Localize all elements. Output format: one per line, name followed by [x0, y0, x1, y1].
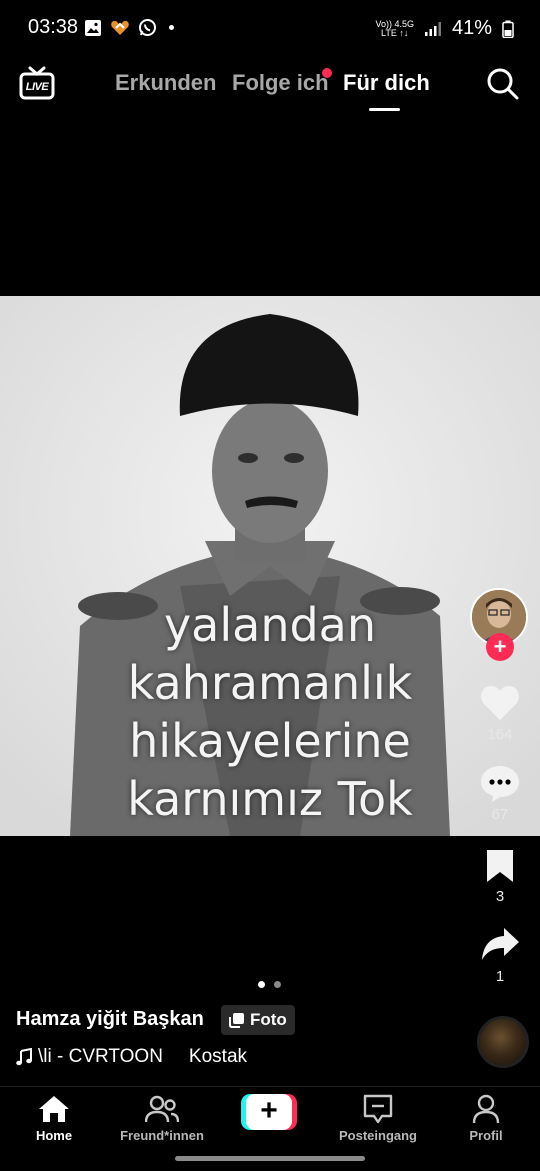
nav-home[interactable]: Home	[0, 1094, 108, 1143]
share-button[interactable]: 1	[470, 924, 530, 985]
create-button[interactable]: +	[241, 1094, 297, 1130]
caption-line: yalandan	[163, 598, 377, 652]
music-info[interactable]: \li - CVRTOON Kostak	[16, 1046, 247, 1068]
gallery-icon	[85, 19, 101, 36]
bookmark-count: 3	[495, 888, 505, 905]
status-bar: 03:38 Vo)) 4.5G LTE ↑↓ 41%	[0, 0, 540, 58]
nav-profile[interactable]: Profil	[432, 1094, 540, 1143]
tab-fur-dich[interactable]: Für dich	[343, 70, 430, 96]
photo-caption: yalandan kahramanlık hikayelerine karnım…	[0, 596, 540, 828]
network-indicator: Vo)) 4.5G LTE ↑↓	[375, 19, 414, 38]
active-tab-indicator	[369, 108, 400, 111]
bookmark-button[interactable]: 3	[470, 848, 530, 905]
nav-friends-label: Freund*innen	[120, 1128, 204, 1143]
caption-line: karnımız Tok	[127, 772, 413, 826]
slide-dot[interactable]	[274, 981, 281, 988]
heart-app-icon	[111, 20, 129, 35]
heart-icon	[481, 686, 519, 720]
comment-count: 67	[491, 806, 509, 823]
photo-badge: Foto	[221, 1005, 295, 1035]
like-count: 164	[487, 726, 513, 743]
tab-folge-ich[interactable]: Folge ich	[232, 70, 329, 96]
comment-button[interactable]: 67	[470, 764, 530, 823]
caption-line: hikayelerine	[129, 714, 411, 768]
whatsapp-icon	[139, 19, 156, 36]
music-artist: Kostak	[188, 1046, 248, 1067]
share-arrow-icon	[482, 928, 519, 960]
following-notification-dot	[322, 68, 332, 78]
search-button[interactable]	[486, 67, 520, 101]
signal-icon	[424, 21, 441, 36]
live-label: LIVE	[25, 81, 49, 93]
status-notification-icons	[84, 18, 174, 37]
nav-profile-label: Profil	[469, 1128, 503, 1143]
status-time: 03:38	[28, 16, 79, 38]
follow-button[interactable]: +	[486, 633, 514, 661]
battery-icon	[502, 20, 514, 38]
caption-line: kahramanlık	[127, 656, 413, 710]
post-photo[interactable]: yalandan kahramanlık hikayelerine karnım…	[0, 296, 540, 836]
dot-icon	[169, 25, 174, 30]
bookmark-icon	[487, 850, 513, 882]
music-title: \li - CVRTOON	[38, 1046, 163, 1067]
music-disc[interactable]	[477, 1016, 529, 1068]
network-bottom-label: LTE ↑↓	[381, 27, 409, 38]
author-name[interactable]: Hamza yiğit Başkan	[16, 1008, 204, 1031]
battery-percent: 41%	[451, 17, 492, 39]
nav-inbox[interactable]: Posteingang	[324, 1094, 432, 1143]
search-icon	[487, 68, 519, 100]
status-right: Vo)) 4.5G LTE ↑↓ 41%	[375, 17, 514, 40]
live-button[interactable]: LIVE	[18, 66, 56, 100]
tab-erkunden[interactable]: Erkunden	[115, 70, 216, 96]
comment-icon	[481, 766, 519, 802]
inbox-icon	[363, 1094, 393, 1124]
slide-dot-active[interactable]	[258, 981, 265, 988]
music-note-icon	[16, 1048, 32, 1066]
nav-friends[interactable]: Freund*innen	[108, 1094, 216, 1143]
nav-home-label: Home	[35, 1128, 73, 1143]
friends-icon	[145, 1095, 179, 1123]
create-plus-icon: +	[246, 1094, 292, 1130]
home-icon	[39, 1096, 69, 1122]
like-button[interactable]: 164	[470, 684, 530, 743]
photo-badge-label: Foto	[250, 1010, 287, 1029]
home-indicator[interactable]	[175, 1156, 365, 1161]
nav-inbox-label: Posteingang	[338, 1128, 417, 1143]
profile-icon	[472, 1094, 500, 1124]
share-count: 1	[495, 968, 505, 985]
photo-stack-icon	[229, 1013, 244, 1028]
